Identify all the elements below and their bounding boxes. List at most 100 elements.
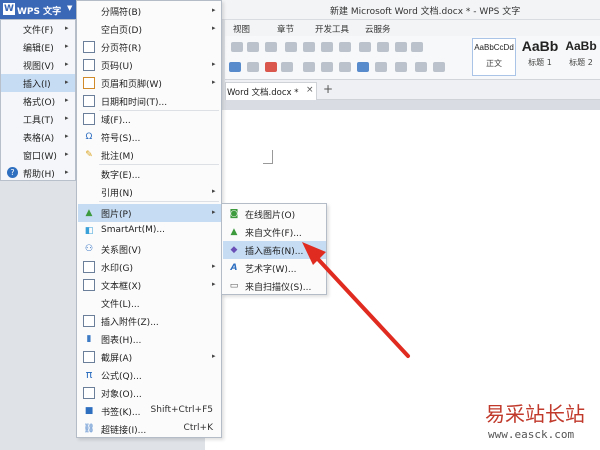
menu-item-hyperlink[interactable]: ⛓ 超链接(I)... Ctrl+K [78,420,221,438]
menu-item-label: 来自文件(F)... [245,229,302,239]
menu-item-object[interactable]: 对象(O)... [78,384,221,402]
menu-item-text-box[interactable]: 文本框(X) ▸ [78,276,221,294]
clear-format-icon[interactable] [281,62,293,72]
align-justify-icon[interactable] [357,62,369,72]
menu-item-smartart[interactable]: ◧ SmartArt(M)... [78,222,221,240]
menu-item-watermark[interactable]: 水印(G) ▸ [78,258,221,276]
menu-item-diagram[interactable]: ⚇ 关系图(V) [78,240,221,258]
menu-item-edit[interactable]: 编辑(E) ▸ [1,38,75,56]
tab-developer[interactable]: 开发工具 [315,23,349,35]
canvas-icon: ◆ [230,245,238,255]
menu-item-blank-page[interactable]: 空白页(D) ▸ [78,20,221,38]
menu-item-number[interactable]: 数字(E)... [78,165,221,183]
shading-icon[interactable] [415,62,427,72]
menu-item-label: 帮助(H) [23,170,55,180]
menu-item-formula[interactable]: π 公式(Q)... [78,366,221,384]
style-normal[interactable]: AaBbCcDd 正文 [472,38,516,76]
menu-item-label: 公式(Q)... [101,372,142,382]
menu-item-label: 书签(K)... [101,408,141,418]
menu-item-window[interactable]: 窗口(W) ▸ [1,146,75,164]
page-number-icon [83,59,95,71]
site-watermark: 易采站长站 [485,402,585,426]
menu-item-symbol[interactable]: Ω 符号(S)... [78,128,221,146]
menu-item-from-file[interactable]: ▲ 来自文件(F)... [223,223,326,241]
style-normal-label: 正文 [486,59,502,68]
picture-file-icon: ▲ [230,227,238,237]
menu-item-comment[interactable]: ✎ 批注(M) [78,146,221,164]
close-icon[interactable]: × [306,85,314,95]
menu-item-insert-canvas[interactable]: ◆ 插入画布(N)... [223,241,326,259]
menu-item-page-break[interactable]: 分页符(R) [78,38,221,56]
sort-icon[interactable] [377,42,389,52]
menu-item-picture[interactable]: ▲ 图片(P) ▸ [78,204,221,222]
text-case-icon[interactable] [359,42,371,52]
menu-item-reference[interactable]: 引用(N) ▸ [78,183,221,201]
chevron-right-icon: ▸ [65,78,69,86]
menu-item-label: 批注(M) [101,152,134,162]
style-heading-1[interactable]: AaBb 标题 1 [518,38,562,76]
menu-item-label: 日期和时间(T)... [101,98,168,108]
style-heading-2-label: 标题 2 [569,58,593,67]
chevron-right-icon: ▸ [212,187,216,195]
plus-icon[interactable]: + [323,82,333,96]
chevron-right-icon: ▸ [212,6,216,14]
tab-view[interactable]: 视图 [233,23,250,35]
menu-item-break[interactable]: 分隔符(B) ▸ [78,2,221,20]
shortcut-label: Ctrl+K [183,423,213,433]
menu-item-field[interactable]: 域(F)... [78,110,221,128]
menu-item-format[interactable]: 格式(O) ▸ [1,92,75,110]
chevron-right-icon: ▸ [212,352,216,360]
phonetic-icon[interactable] [265,42,277,52]
menu-item-insert-file[interactable]: 文件(L)... [78,294,221,312]
menu-item-date-time[interactable]: 日期和时间(T)... [78,92,221,110]
font-size-down-icon[interactable] [247,42,259,52]
align-left-icon[interactable] [303,62,315,72]
outdent-icon[interactable] [339,42,351,52]
align-center-icon[interactable] [321,62,333,72]
style-heading-1-sample: AaBb [521,38,559,54]
menu-item-label: SmartArt(M)... [101,225,165,235]
list-number-icon[interactable] [303,42,315,52]
border-icon[interactable] [411,42,423,52]
line-spacing-icon[interactable] [395,62,407,72]
indent-icon[interactable] [321,42,333,52]
document-tab-bar: Word 文档.docx * × + [225,80,600,100]
text-effect-icon[interactable] [229,62,241,72]
menu-item-file[interactable]: 文件(F) ▸ [1,20,75,38]
chevron-right-icon: ▸ [65,114,69,122]
highlight-icon[interactable] [247,62,259,72]
menu-item-view[interactable]: 视图(V) ▸ [1,56,75,74]
chevron-right-icon: ▸ [65,42,69,50]
menu-item-tools[interactable]: 工具(T) ▸ [1,110,75,128]
table-border-icon[interactable] [433,62,445,72]
list-bullet-icon[interactable] [285,42,297,52]
menu-item-label: 文本框(X) [101,282,142,292]
font-size-up-icon[interactable] [231,42,243,52]
document-tab[interactable]: Word 文档.docx * × [225,82,317,100]
menu-item-from-scanner[interactable]: ▭ 来自扫描仪(S)... [223,277,326,295]
window-title: 新建 Microsoft Word 文档.docx * - WPS 文字 [330,7,521,17]
ribbon-toolbar: AaBbCcDd 正文 AaBb 标题 1 AaBb 标题 2 [225,36,600,80]
bar-chart-icon: ▮ [86,334,92,344]
menu-item-bookmark[interactable]: ■ 书签(K)... Shift+Ctrl+F5 [78,402,221,420]
wps-menu-button[interactable]: W WPS 文字 ▼ [0,0,76,19]
style-heading-2[interactable]: AaBb 标题 2 [563,38,599,76]
menu-item-word-art[interactable]: A 艺术字(W)... [223,259,326,277]
menu-item-header-footer[interactable]: 页眉和页脚(W) ▸ [78,74,221,92]
menu-item-help[interactable]: ? 帮助(H) ▸ [1,164,75,182]
bookmark-icon: ■ [84,406,94,416]
menu-item-table[interactable]: 表格(A) ▸ [1,128,75,146]
tab-cloud[interactable]: 云服务 [365,23,391,35]
shortcut-label: Shift+Ctrl+F5 [150,405,213,415]
show-marks-icon[interactable] [395,42,407,52]
font-color-icon[interactable] [265,62,277,72]
align-right-icon[interactable] [339,62,351,72]
menu-item-page-number[interactable]: 页码(U) ▸ [78,56,221,74]
menu-item-attachment[interactable]: 插入附件(Z)... [78,312,221,330]
menu-item-insert[interactable]: 插入(I) ▸ [1,74,75,92]
tab-chapter[interactable]: 章节 [277,23,294,35]
distributed-icon[interactable] [375,62,387,72]
menu-item-screenshot[interactable]: 截屏(A) ▸ [78,348,221,366]
menu-item-chart[interactable]: ▮ 图表(H)... [78,330,221,348]
menu-item-online-picture[interactable]: ◙ 在线图片(O) [223,205,326,223]
